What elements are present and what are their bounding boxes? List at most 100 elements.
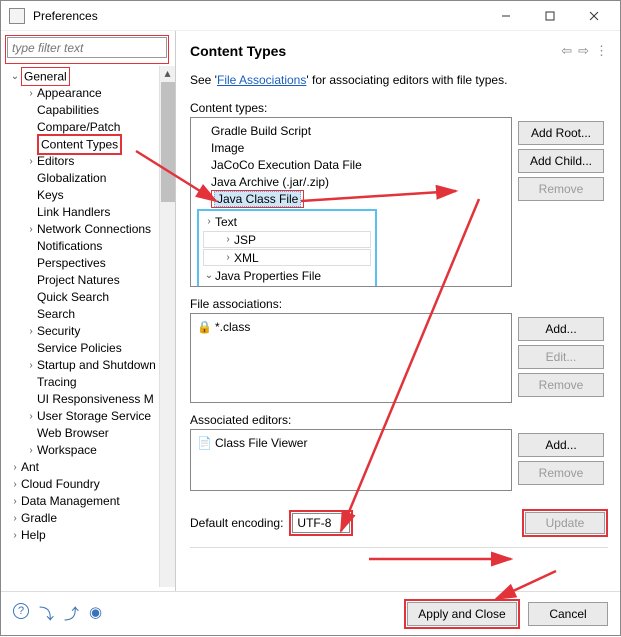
content-types-page: Content Types ⇦ ⇨ ⋮ See 'File Associatio…	[176, 31, 620, 591]
scrollbar-thumb[interactable]	[161, 82, 175, 202]
ct-item[interactable]: Java Properties File	[215, 269, 321, 283]
editor-icon: 📄	[197, 436, 211, 450]
tree-toggle-icon[interactable]: ›	[9, 476, 21, 493]
import-icon[interactable]: ⤵	[39, 603, 54, 624]
tree-item[interactable]: Security	[37, 323, 80, 340]
add-ae-button[interactable]: Add...	[518, 433, 604, 457]
tree-item[interactable]: Service Policies	[37, 340, 122, 357]
tree-node[interactable]: Gradle	[21, 510, 57, 527]
edit-fa-button[interactable]: Edit...	[518, 345, 604, 369]
close-button[interactable]	[572, 2, 616, 30]
window-title: Preferences	[33, 9, 484, 23]
remove-ae-button[interactable]: Remove	[518, 461, 604, 485]
remove-fa-button[interactable]: Remove	[518, 373, 604, 397]
minimize-button[interactable]	[484, 2, 528, 30]
tree-item[interactable]: Capabilities	[37, 102, 99, 119]
add-child-button[interactable]: Add Child...	[518, 149, 604, 173]
filter-input[interactable]	[7, 37, 167, 58]
menu-dots-icon[interactable]: ⋮	[595, 43, 608, 59]
cancel-button[interactable]: Cancel	[528, 602, 608, 626]
tree-node[interactable]: Ant	[21, 459, 39, 476]
ct-item[interactable]: JaCoCo Execution Data File	[211, 158, 362, 172]
tree-item[interactable]: Network Connections	[37, 221, 151, 238]
tree-item[interactable]: Web Browser	[37, 425, 109, 442]
help-icon[interactable]: ?	[13, 603, 29, 619]
tree-node-general[interactable]: General	[24, 69, 67, 83]
tree-item[interactable]: Globalization	[37, 170, 106, 187]
page-title: Content Types	[190, 43, 286, 59]
associated-editors-label: Associated editors:	[190, 413, 608, 427]
tree-item[interactable]: Search	[37, 306, 75, 323]
preferences-sidebar: ⌄General ›Appearance Capabilities Compar…	[1, 31, 176, 591]
scroll-up-icon[interactable]: ▴	[161, 66, 175, 80]
maximize-button[interactable]	[528, 2, 572, 30]
titlebar: Preferences	[1, 1, 620, 31]
tree-node[interactable]: Help	[21, 527, 46, 544]
ct-item[interactable]: Java Archive (.jar/.zip)	[211, 175, 329, 189]
back-icon[interactable]: ⇦	[561, 43, 572, 59]
file-associations-label: File associations:	[190, 297, 608, 311]
add-fa-button[interactable]: Add...	[518, 317, 604, 341]
ct-item[interactable]: Text	[215, 215, 237, 229]
preferences-tree[interactable]: ⌄General ›Appearance Capabilities Compar…	[5, 66, 159, 587]
record-icon[interactable]: ◉	[89, 603, 102, 624]
tree-toggle-icon[interactable]: ›	[25, 323, 37, 340]
tree-toggle-icon[interactable]: ›	[25, 408, 37, 425]
tree-node[interactable]: Data Management	[21, 493, 120, 510]
tree-item[interactable]: Notifications	[37, 238, 102, 255]
export-icon[interactable]: ⤴	[64, 603, 79, 624]
encoding-label: Default encoding:	[190, 516, 283, 530]
apply-and-close-button[interactable]: Apply and Close	[407, 602, 517, 626]
tree-item[interactable]: Editors	[37, 153, 74, 170]
tree-toggle-icon[interactable]: ›	[25, 357, 37, 374]
content-types-tree[interactable]: Gradle Build Script Image JaCoCo Executi…	[190, 117, 512, 287]
ct-item[interactable]: JSP	[234, 233, 256, 247]
ae-item[interactable]: Class File Viewer	[215, 436, 307, 450]
tree-toggle-icon[interactable]: ›	[9, 493, 21, 510]
tree-toggle-icon[interactable]: ›	[25, 221, 37, 238]
ct-item[interactable]: XML	[234, 251, 259, 265]
tree-item[interactable]: Perspectives	[37, 255, 106, 272]
tree-toggle-icon[interactable]: ›	[9, 527, 21, 544]
remove-ct-button[interactable]: Remove	[518, 177, 604, 201]
tree-toggle-icon[interactable]: ›	[222, 252, 234, 263]
ct-item[interactable]: Image	[211, 141, 244, 155]
encoding-input[interactable]	[292, 513, 350, 533]
tree-toggle-icon[interactable]: ›	[25, 85, 37, 102]
app-icon	[9, 8, 25, 24]
tree-toggle-icon[interactable]: ›	[203, 216, 215, 227]
tree-item[interactable]: Link Handlers	[37, 204, 110, 221]
intro-text: See 'File Associations' for associating …	[190, 73, 608, 87]
ct-item-selected[interactable]: Java Class File	[214, 191, 301, 207]
tree-item[interactable]: Startup and Shutdown	[37, 357, 156, 374]
tree-toggle-icon[interactable]: ›	[25, 153, 37, 170]
tree-item[interactable]: User Storage Service	[37, 408, 151, 425]
tree-item[interactable]: UI Responsiveness M	[37, 391, 154, 408]
tree-item[interactable]: Workspace	[37, 442, 97, 459]
tree-toggle-icon[interactable]: ›	[222, 234, 234, 245]
tree-toggle-icon[interactable]: ⌄	[203, 270, 215, 281]
add-root-button[interactable]: Add Root...	[518, 121, 604, 145]
lock-icon: 🔒	[197, 320, 211, 334]
tree-item[interactable]: Keys	[37, 187, 64, 204]
tree-item[interactable]: Tracing	[37, 374, 77, 391]
associated-editors-list[interactable]: 📄 Class File Viewer	[190, 429, 512, 491]
content-types-label: Content types:	[190, 101, 608, 115]
tree-item[interactable]: Project Natures	[37, 272, 120, 289]
tree-item[interactable]: Quick Search	[37, 289, 109, 306]
tree-toggle-icon[interactable]: ›	[25, 442, 37, 459]
tree-toggle-icon[interactable]: ›	[9, 459, 21, 476]
tree-toggle-icon[interactable]: ⌄	[9, 68, 21, 85]
file-associations-link[interactable]: File Associations	[217, 73, 306, 87]
tree-node[interactable]: Cloud Foundry	[21, 476, 100, 493]
file-associations-list[interactable]: 🔒 *.class	[190, 313, 512, 403]
update-button[interactable]: Update	[525, 512, 605, 534]
dialog-footer: ? ⤵ ⤴ ◉ Apply and Close Cancel	[1, 591, 620, 635]
fa-item[interactable]: *.class	[215, 320, 250, 334]
tree-item-content-types[interactable]: Content Types	[41, 137, 118, 151]
tree-item[interactable]: Appearance	[37, 85, 102, 102]
tree-toggle-icon[interactable]: ›	[9, 510, 21, 527]
scrollbar[interactable]: ▴	[159, 66, 175, 587]
ct-item[interactable]: Gradle Build Script	[211, 124, 311, 138]
forward-icon[interactable]: ⇨	[578, 43, 589, 59]
